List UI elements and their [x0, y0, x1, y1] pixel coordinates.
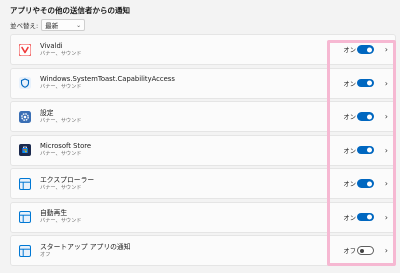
app-name: スタートアップ アプリの通知 [40, 242, 131, 251]
app-name: Windows.SystemToast.CapabilityAccess [40, 75, 175, 83]
sort-dropdown[interactable]: 最新 ⌄ [41, 19, 86, 31]
app-notification-summary: バナー、サウンド [40, 50, 82, 57]
app-row[interactable]: スタートアップ アプリの通知 オフ オフ › [10, 235, 396, 266]
app-name: 設定 [40, 108, 54, 117]
toggle-state-label: オン [343, 214, 356, 222]
app-notification-summary: バナー、サウンド [40, 84, 82, 90]
chevron-right-icon[interactable]: › [385, 179, 388, 188]
vivaldi-icon [19, 43, 31, 56]
app-name: エクスプローラー [40, 175, 95, 184]
chevron-right-icon[interactable]: › [385, 45, 388, 54]
app-notification-list: Vivaldi バナー、サウンド オン › Windows.SystemToas… [10, 34, 396, 269]
toggle-state-label: オン [343, 114, 356, 121]
chevron-right-icon[interactable]: › [385, 246, 388, 255]
app-notification-summary: バナー、サウンド [40, 218, 82, 224]
chevron-right-icon[interactable]: › [385, 79, 388, 88]
notification-toggle[interactable] [357, 212, 374, 222]
window-icon [19, 211, 31, 223]
app-name: Microsoft Store [40, 142, 92, 150]
chevron-down-icon: ⌄ [76, 21, 82, 29]
app-row[interactable]: 自動再生 バナー、サウンド オン › [10, 201, 396, 233]
app-notification-summary: バナー、サウンド [40, 184, 82, 191]
toggle-state-label: オン [343, 47, 356, 54]
app-notification-summary: オフ [40, 251, 51, 258]
toggle-state-label: オン [343, 147, 356, 155]
store-icon [19, 144, 31, 156]
toggle-state-label: オン [343, 80, 356, 88]
notification-toggle[interactable] [357, 145, 374, 155]
chevron-right-icon[interactable]: › [385, 213, 388, 222]
app-name: Vivaldi [40, 41, 63, 50]
notification-toggle[interactable] [357, 78, 374, 88]
chevron-right-icon[interactable]: › [385, 112, 388, 121]
notification-toggle[interactable] [357, 246, 374, 255]
app-row[interactable]: Windows.SystemToast.CapabilityAccess バナー… [10, 67, 396, 99]
sort-selected-value: 最新 [45, 22, 59, 30]
notification-toggle[interactable] [357, 179, 374, 188]
window-icon [19, 244, 31, 257]
app-name: 自動再生 [40, 209, 68, 217]
section-title: アプリやその他の送信者からの通知 [10, 6, 130, 15]
notification-toggle[interactable] [357, 45, 374, 54]
app-row[interactable]: Vivaldi バナー、サウンド オン › [10, 34, 396, 65]
shield-icon [19, 77, 31, 89]
gear-icon [19, 110, 31, 123]
app-row[interactable]: 設定 バナー、サウンド オン › [10, 101, 396, 132]
toggle-state-label: オフ [343, 248, 356, 255]
toggle-state-label: オン [343, 181, 356, 188]
app-row[interactable]: Microsoft Store バナー、サウンド オン › [10, 134, 396, 166]
sort-row: 並べ替え: 最新 ⌄ [10, 18, 86, 32]
app-notification-summary: バナー、サウンド [40, 117, 82, 124]
app-row[interactable]: エクスプローラー バナー、サウンド オン › [10, 168, 396, 199]
sort-label: 並べ替え: [10, 22, 39, 30]
app-notification-summary: バナー、サウンド [40, 151, 82, 157]
notification-toggle[interactable] [357, 112, 374, 121]
chevron-right-icon[interactable]: › [385, 146, 388, 155]
window-icon [19, 177, 31, 190]
